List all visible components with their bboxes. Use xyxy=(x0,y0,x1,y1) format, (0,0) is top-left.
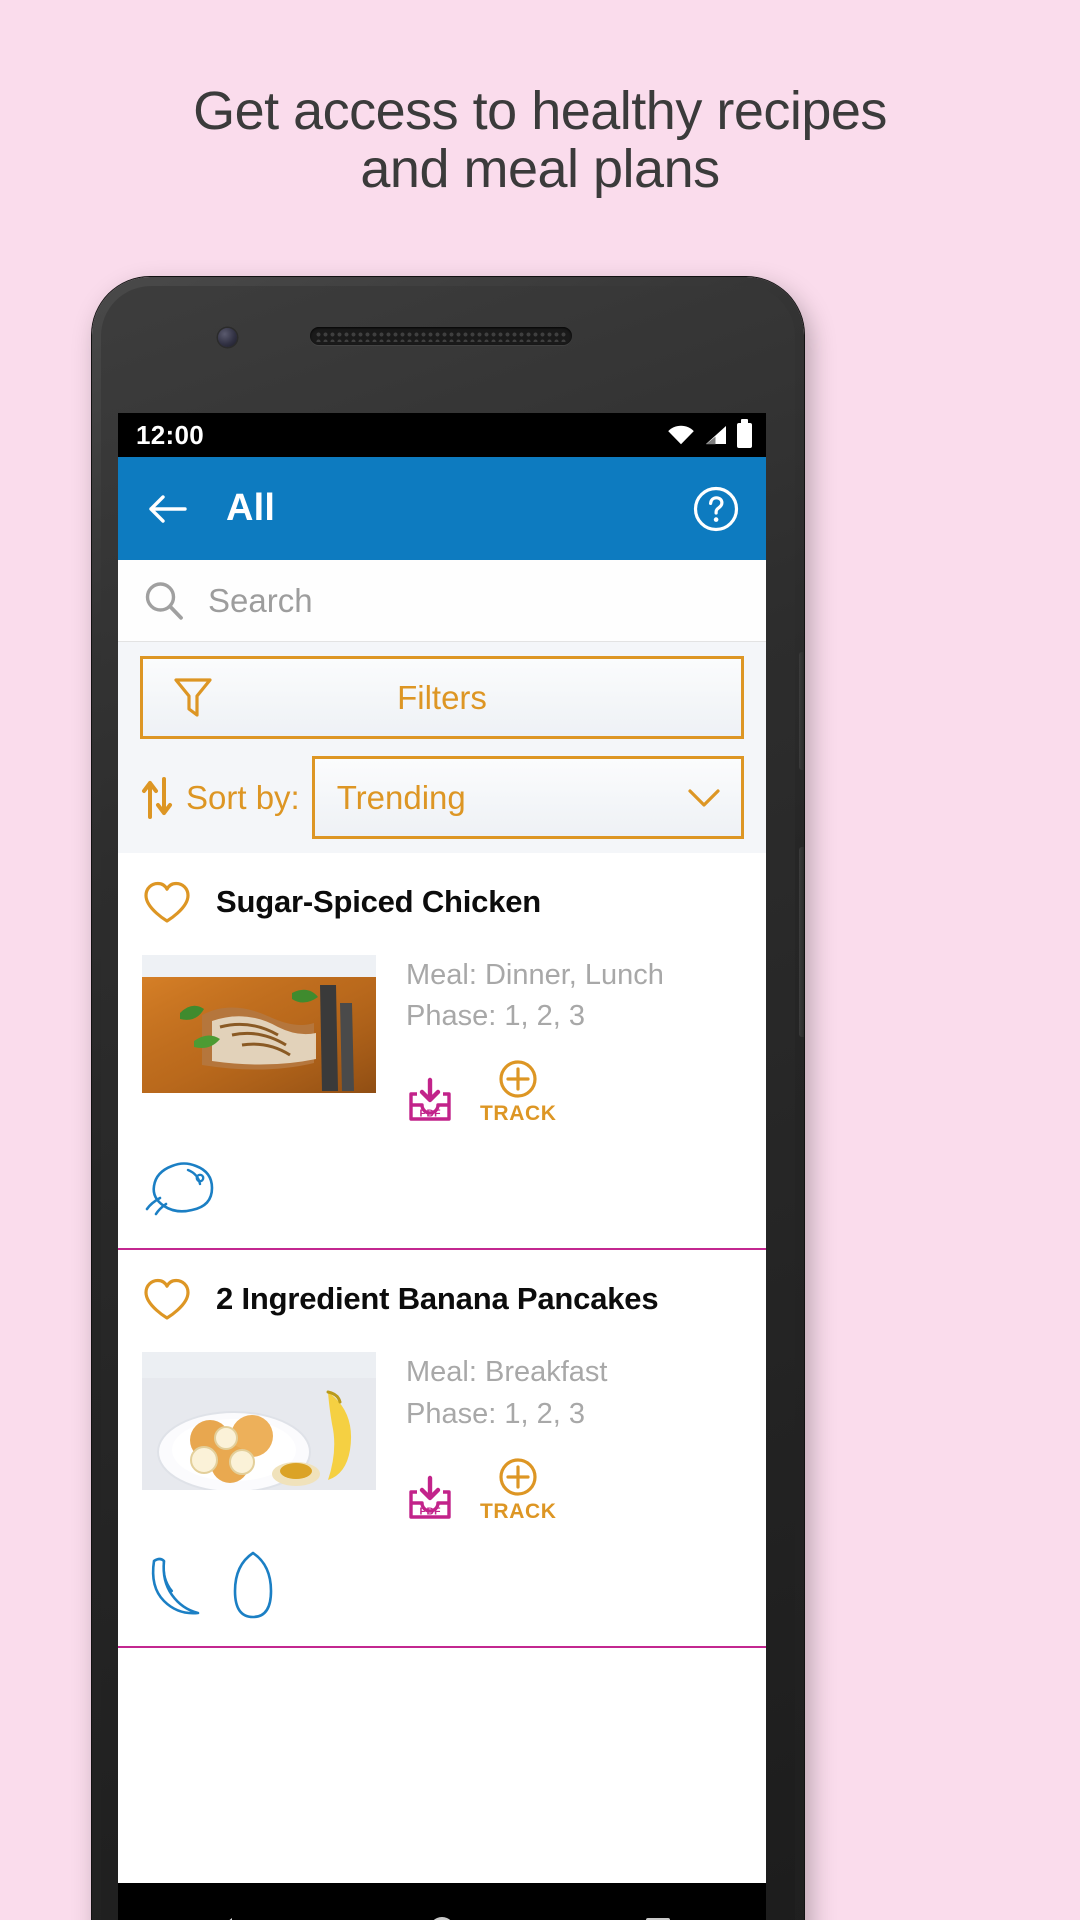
banana-icon xyxy=(151,1557,200,1615)
android-nav-bar xyxy=(118,1883,766,1920)
egg-icon xyxy=(233,1551,273,1618)
chicken-drumstick-icon xyxy=(145,1162,214,1216)
recipe-actions: PDF TRACK xyxy=(406,1059,742,1126)
recipe-tags xyxy=(118,1546,766,1624)
recipe-card-header: 2 Ingredient Banana Pancakes xyxy=(118,1276,766,1322)
page-title: Get access to healthy recipes and meal p… xyxy=(0,82,1080,199)
recipe-card-body: Meal: Breakfast Phase: 1, 2, 3 PDF TRACK xyxy=(118,1352,766,1523)
sort-row: Sort by: Trending xyxy=(140,756,744,839)
plus-circle-icon xyxy=(499,1060,537,1098)
heart-outline-icon[interactable] xyxy=(142,1276,192,1322)
pdf-download-icon[interactable]: PDF xyxy=(406,1076,454,1126)
search-bar[interactable]: Search xyxy=(118,560,766,642)
filters-label: Filters xyxy=(397,678,487,716)
recipe-title: 2 Ingredient Banana Pancakes xyxy=(216,1281,659,1317)
recipe-phase: Phase: 1, 2, 3 xyxy=(406,1397,585,1430)
sort-select[interactable]: Trending xyxy=(311,756,744,839)
battery-icon xyxy=(737,418,752,448)
recipe-thumbnail[interactable] xyxy=(142,955,376,1093)
recipe-meta: Meal: Breakfast Phase: 1, 2, 3 PDF TRACK xyxy=(406,1352,742,1523)
cellular-signal-icon xyxy=(706,426,726,445)
search-input[interactable]: Search xyxy=(208,582,313,620)
recipe-thumbnail-image xyxy=(142,955,376,1093)
wifi-icon xyxy=(668,425,694,445)
recipe-card[interactable]: 2 Ingredient Banana Pancakes Meal: Break… xyxy=(118,1250,766,1648)
search-icon xyxy=(145,581,183,620)
front-camera-icon xyxy=(218,328,237,347)
phone-screen: 12:00 All Search Filters Sort by: Trendi… xyxy=(118,413,766,1920)
status-time: 12:00 xyxy=(136,419,204,450)
headline-line-1: Get access to healthy recipes xyxy=(193,81,887,141)
sort-by-label: Sort by: xyxy=(186,778,300,816)
sort-selected-value: Trending xyxy=(336,778,466,816)
recipe-meta: Meal: Dinner, Lunch Phase: 1, 2, 3 PDF T… xyxy=(406,955,742,1126)
back-arrow-icon[interactable] xyxy=(144,486,190,532)
power-button[interactable] xyxy=(799,847,804,1037)
nav-recents-square-icon[interactable] xyxy=(640,1912,676,1920)
track-button[interactable]: TRACK xyxy=(480,1457,557,1524)
svg-text:PDF: PDF xyxy=(420,1505,442,1517)
recipe-tags xyxy=(118,1148,766,1226)
recipe-card-header: Sugar-Spiced Chicken xyxy=(118,879,766,925)
heart-outline-icon[interactable] xyxy=(142,879,192,925)
recipe-title: Sugar-Spiced Chicken xyxy=(216,884,542,919)
nav-home-circle-icon[interactable] xyxy=(424,1912,460,1920)
recipe-thumbnail[interactable] xyxy=(142,1352,376,1491)
promo-screenshot: Get access to healthy recipes and meal p… xyxy=(0,0,1080,1920)
nav-back-triangle-icon[interactable] xyxy=(208,1912,244,1920)
svg-text:PDF: PDF xyxy=(420,1108,442,1120)
headline-line-2: and meal plans xyxy=(360,139,720,200)
plus-circle-icon xyxy=(499,1458,537,1496)
chevron-down-icon xyxy=(688,788,720,807)
recipe-phase: Phase: 1, 2, 3 xyxy=(406,1000,585,1033)
track-label: TRACK xyxy=(480,1499,557,1523)
recipe-card[interactable]: Sugar-Spiced Chicken Meal: Dinner, Lunch… xyxy=(118,853,766,1251)
recipe-thumbnail-image xyxy=(142,1352,376,1491)
recipe-meal: Meal: Breakfast xyxy=(406,1356,608,1389)
controls-section: Filters Sort by: Trending xyxy=(118,642,766,853)
filters-button[interactable]: Filters xyxy=(140,656,744,739)
help-circle-icon[interactable] xyxy=(692,485,740,533)
phone-mockup: 12:00 All Search Filters Sort by: Trendi… xyxy=(92,277,804,1920)
track-label: TRACK xyxy=(480,1102,557,1126)
pdf-download-icon[interactable]: PDF xyxy=(406,1474,454,1524)
sort-arrows-icon[interactable] xyxy=(140,776,174,819)
app-bar-title: All xyxy=(226,487,276,529)
volume-button[interactable] xyxy=(799,652,804,770)
recipe-actions: PDF TRACK xyxy=(406,1457,742,1524)
status-bar: 12:00 xyxy=(118,413,766,457)
track-button[interactable]: TRACK xyxy=(480,1059,557,1126)
earpiece-speaker-icon xyxy=(310,327,572,345)
recipe-card-body: Meal: Dinner, Lunch Phase: 1, 2, 3 PDF T… xyxy=(118,955,766,1126)
app-bar: All xyxy=(118,457,766,560)
status-icons xyxy=(667,418,752,448)
recipe-meal: Meal: Dinner, Lunch xyxy=(406,959,664,991)
